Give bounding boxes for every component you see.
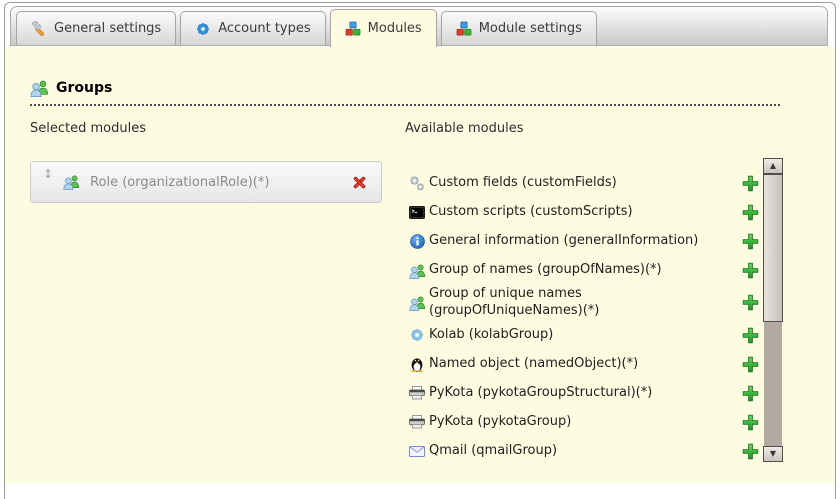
module-settings-cubes-icon bbox=[456, 21, 472, 37]
delete-x-icon bbox=[352, 175, 367, 190]
add-plus-icon bbox=[738, 443, 762, 460]
arrow-up-icon: ▲ bbox=[769, 161, 777, 170]
selected-modules-column: Selected modules ↕ Role (organizationalRo… bbox=[30, 121, 382, 203]
printer-icon bbox=[405, 386, 429, 400]
tab-modules[interactable]: Modules bbox=[329, 9, 437, 47]
drag-handle-icon[interactable]: ↕ bbox=[43, 168, 53, 180]
available-module-label: Custom fields (customFields) bbox=[429, 175, 617, 191]
add-module-button[interactable] bbox=[738, 262, 762, 279]
content-frame: General settings Account types Modules Modu… bbox=[4, 2, 836, 499]
available-modules-list: Custom fields (customFields) Custom scrip… bbox=[405, 170, 762, 465]
add-module-button[interactable] bbox=[738, 294, 762, 311]
available-module-row: PyKota (pykotaGroupStructural)(*) bbox=[405, 380, 762, 407]
group-icon bbox=[63, 174, 80, 190]
scrollbar-thumb[interactable] bbox=[763, 174, 783, 322]
add-module-button[interactable] bbox=[738, 204, 762, 221]
available-module-row: General information (generalInformation) bbox=[405, 228, 762, 255]
add-plus-icon bbox=[738, 356, 762, 373]
available-module-label: Named object (namedObject)(*) bbox=[429, 355, 639, 371]
available-module-row: Custom fields (customFields) bbox=[405, 170, 762, 197]
scrollbar-track[interactable] bbox=[763, 174, 783, 446]
section-header: Groups bbox=[30, 79, 112, 97]
available-module-label: PyKota (pykotaGroup) bbox=[429, 413, 572, 429]
available-module-label: Kolab (kolabGroup) bbox=[429, 326, 554, 342]
selected-modules-list: ↕ Role (organizationalRole)(*) bbox=[30, 161, 382, 203]
modules-panel: Groups Selected modules ↕ Role (organizat… bbox=[5, 47, 835, 483]
available-module-row: PyKota (pykotaGroup) bbox=[405, 409, 762, 436]
tab-bar: General settings Account types Modules Modu… bbox=[10, 6, 828, 47]
terminal-icon bbox=[405, 206, 429, 219]
add-module-button[interactable] bbox=[738, 385, 762, 402]
selected-module-label: Role (organizationalRole)(*) bbox=[90, 174, 270, 190]
available-module-row: Qmail (qmailGroup) bbox=[405, 438, 762, 465]
add-plus-icon bbox=[738, 262, 762, 279]
remove-module-button[interactable] bbox=[352, 175, 367, 190]
add-plus-icon bbox=[738, 385, 762, 402]
dotted-divider bbox=[30, 104, 780, 106]
arrow-down-icon: ▼ bbox=[769, 449, 777, 458]
add-plus-icon bbox=[738, 233, 762, 250]
scrollbar-down-button[interactable]: ▼ bbox=[763, 446, 783, 462]
add-module-button[interactable] bbox=[738, 175, 762, 192]
available-modules-header: Available modules bbox=[405, 121, 524, 136]
add-module-button[interactable] bbox=[738, 443, 762, 460]
add-module-button[interactable] bbox=[738, 356, 762, 373]
add-module-button[interactable] bbox=[738, 327, 762, 344]
available-module-label: Qmail (qmailGroup) bbox=[429, 442, 558, 458]
available-module-label: Group of names (groupOfNames)(*) bbox=[429, 262, 662, 278]
add-plus-icon bbox=[738, 294, 762, 311]
tab-label: Module settings bbox=[478, 21, 582, 36]
available-module-row: Group of unique names (groupOfUniqueName… bbox=[405, 286, 762, 320]
add-plus-icon bbox=[738, 414, 762, 431]
scrollbar-up-button[interactable]: ▲ bbox=[763, 158, 783, 174]
envelope-icon bbox=[405, 445, 429, 457]
add-module-button[interactable] bbox=[738, 414, 762, 431]
available-module-row: Kolab (kolabGroup) bbox=[405, 322, 762, 349]
available-module-row: Named object (namedObject)(*) bbox=[405, 351, 762, 378]
penguin-icon bbox=[405, 356, 429, 373]
available-module-row: Group of names (groupOfNames)(*) bbox=[405, 257, 762, 284]
tab-label: Account types bbox=[218, 21, 311, 36]
available-modules-column: Available modules Custom fields (customF… bbox=[405, 121, 762, 467]
available-modules-scrollbar[interactable]: ▲ ▼ bbox=[763, 158, 783, 462]
available-module-label: Group of unique names (groupOfUniqueName… bbox=[429, 286, 600, 318]
tab-label: General settings bbox=[54, 21, 162, 36]
tab-module-settings[interactable]: Module settings bbox=[440, 11, 597, 45]
printer-icon bbox=[405, 415, 429, 429]
available-module-label: Custom scripts (customScripts) bbox=[429, 204, 633, 220]
selected-modules-header: Selected modules bbox=[30, 121, 146, 136]
available-module-label: General information (generalInformation) bbox=[429, 233, 699, 249]
add-module-button[interactable] bbox=[738, 233, 762, 250]
available-module-label: PyKota (pykotaGroupStructural)(*) bbox=[429, 384, 653, 400]
info-icon bbox=[405, 234, 429, 249]
tab-account-types[interactable]: Account types bbox=[180, 11, 326, 45]
add-plus-icon bbox=[738, 327, 762, 344]
available-module-row: Custom scripts (customScripts) bbox=[405, 199, 762, 226]
groups-icon bbox=[30, 79, 49, 97]
tab-label: Modules bbox=[367, 21, 422, 36]
group-icon bbox=[405, 263, 429, 279]
kolab-gear-icon bbox=[405, 327, 429, 343]
section-title: Groups bbox=[56, 80, 113, 96]
group-icon bbox=[405, 295, 429, 311]
account-types-gear-icon bbox=[195, 21, 211, 37]
add-plus-icon bbox=[738, 175, 762, 192]
tab-general-settings[interactable]: General settings bbox=[16, 11, 177, 45]
selected-module-row: ↕ Role (organizationalRole)(*) bbox=[30, 161, 382, 203]
custom-fields-icon bbox=[405, 175, 429, 192]
add-plus-icon bbox=[738, 204, 762, 221]
wrench-icon bbox=[31, 20, 47, 37]
modules-cubes-icon bbox=[345, 21, 361, 37]
